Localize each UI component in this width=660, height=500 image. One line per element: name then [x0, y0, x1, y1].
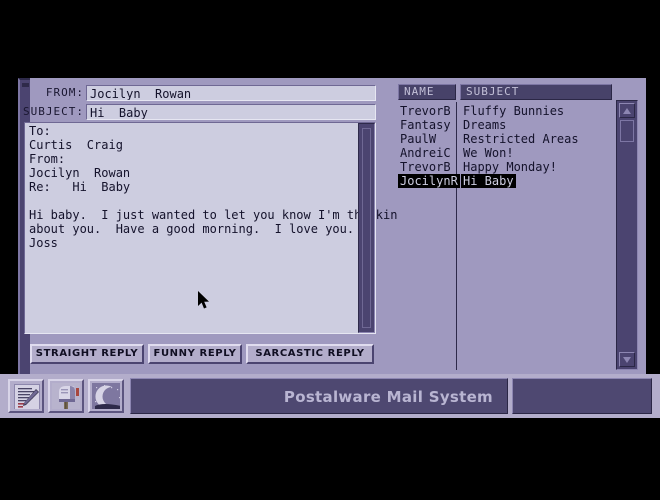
message-list-row[interactable]: PaulW Restricted Areas [398, 132, 612, 146]
from-field-row: FROM: Jocilyn Rowan [24, 85, 376, 101]
message-sender: Fantasy [400, 118, 451, 132]
compose-note-icon [12, 383, 40, 409]
from-label: FROM: [45, 86, 84, 99]
message-list-row[interactable]: Fantasy Dreams [398, 118, 612, 132]
message-body-text: To: Curtis Craig From: Jocilyn Rowan Re:… [29, 124, 405, 250]
funny-reply-label: FUNNY REPLY [153, 348, 237, 359]
message-subject: Fluffy Bunnies [463, 104, 565, 118]
message-sender: TrevorB [400, 104, 451, 118]
mailbox-icon [52, 383, 80, 409]
sarcastic-reply-label: SARCASTIC REPLY [255, 348, 365, 359]
subject-value: Hi Baby [90, 106, 148, 120]
scrollbar-thumb[interactable] [620, 120, 634, 142]
message-list: TrevorB Fluffy Bunnies Fantasy Dreams PaulW R… [398, 102, 612, 370]
message-subject: We Won! [463, 146, 514, 160]
message-sender: AndreiC [400, 146, 451, 160]
message-sender: TrevorB [400, 160, 451, 174]
app-title-plate: Postalware Mail System [130, 378, 508, 414]
sleep-button[interactable] [88, 379, 124, 413]
message-body-scrollbar[interactable] [358, 123, 375, 333]
message-subject: Hi Baby [461, 174, 516, 188]
message-list-row[interactable]: AndreiC We Won! [398, 146, 612, 160]
message-sender: PaulW [400, 132, 437, 146]
column-header-name[interactable]: NAME [398, 84, 456, 100]
message-sender: JocilynR [398, 174, 460, 188]
message-list-scrollbar[interactable] [616, 100, 638, 370]
column-header-subject[interactable]: SUBJECT [460, 84, 612, 100]
subject-label: SUBJECT: [23, 105, 84, 118]
subject-label-wrap: SUBJECT: [23, 104, 84, 120]
message-body-panel[interactable]: To: Curtis Craig From: Jocilyn Rowan Re:… [24, 122, 405, 334]
compose-note-button[interactable] [8, 379, 44, 413]
app-title: Postalware Mail System [283, 388, 493, 406]
subject-input[interactable]: Hi Baby [86, 104, 376, 120]
from-value: Jocilyn Rowan [90, 87, 192, 101]
column-header-name-label: NAME [404, 85, 435, 98]
scroll-down-arrow-icon [623, 357, 631, 363]
scroll-up-arrow-icon [623, 108, 631, 114]
column-header-subject-label: SUBJECT [466, 85, 520, 98]
straight-reply-button[interactable]: STRAIGHT REPLY [30, 344, 144, 364]
message-body-scroll-track [362, 128, 371, 328]
message-subject: Dreams [463, 118, 507, 132]
from-label-wrap: FROM: [24, 85, 84, 101]
scroll-down-button[interactable] [619, 352, 635, 367]
straight-reply-label: STRAIGHT REPLY [35, 348, 139, 359]
message-list-row[interactable]: TrevorB Happy Monday! [398, 160, 612, 174]
message-subject: Restricted Areas [463, 132, 579, 146]
from-input[interactable]: Jocilyn Rowan [86, 85, 376, 101]
desktop-background: FROM: Jocilyn Rowan SUBJECT: Hi Baby To:… [0, 0, 660, 500]
subject-field-row: SUBJECT: Hi Baby [23, 104, 376, 120]
scroll-up-button[interactable] [619, 103, 635, 118]
message-list-row[interactable]: JocilynR Hi Baby [398, 174, 612, 188]
funny-reply-button[interactable]: FUNNY REPLY [148, 344, 242, 364]
moon-sleep-icon [92, 383, 120, 409]
taskbar-tray-plate [512, 378, 652, 414]
taskbar: Postalware Mail System [0, 374, 660, 418]
sarcastic-reply-button[interactable]: SARCASTIC REPLY [246, 344, 374, 364]
mailbox-button[interactable] [48, 379, 84, 413]
message-list-row[interactable]: TrevorB Fluffy Bunnies [398, 104, 612, 118]
message-subject: Happy Monday! [463, 160, 557, 174]
